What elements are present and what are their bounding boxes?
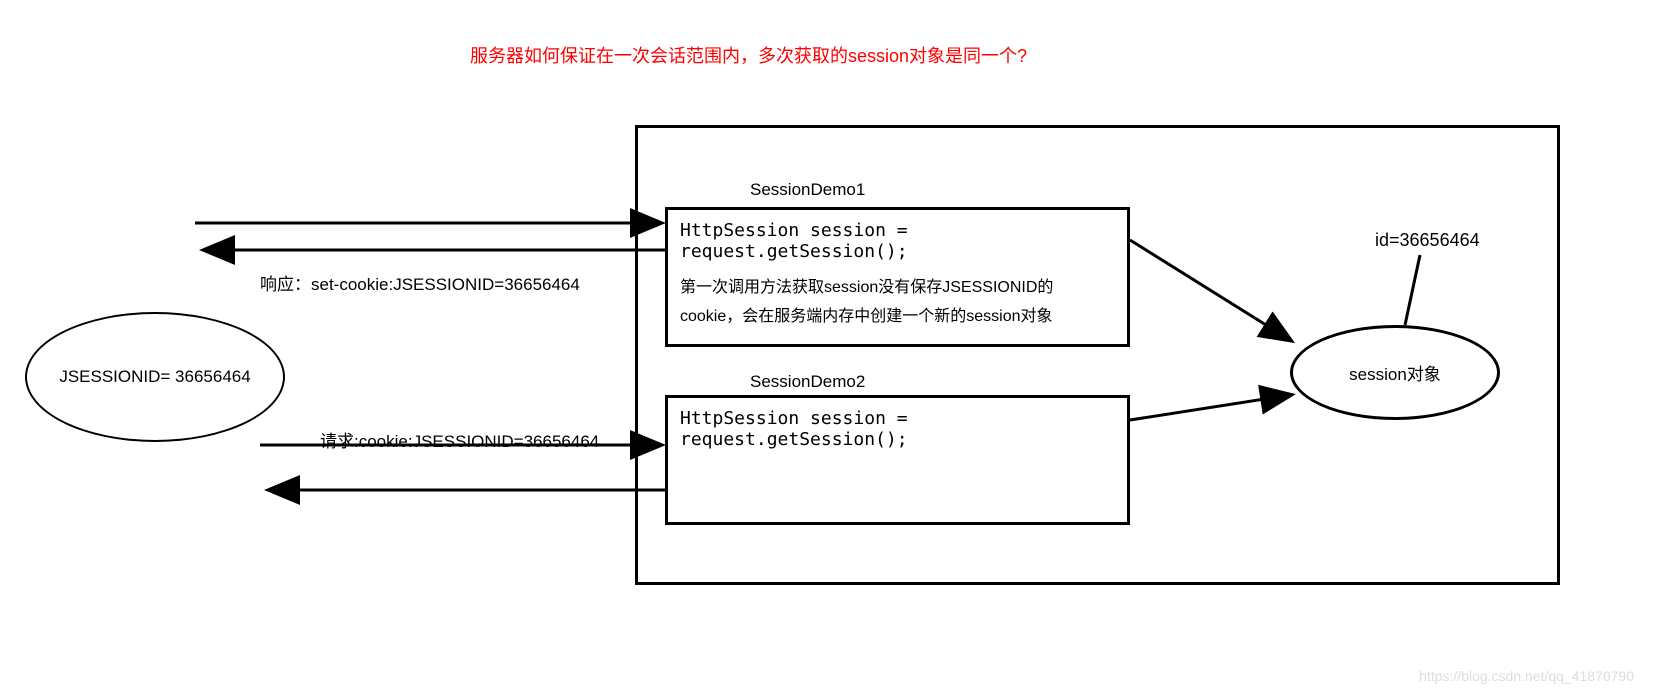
request-arrow-label: 请求:cookie:JSESSIONID=36656464 (320, 427, 599, 452)
demo2-code: HttpSession session = request.getSession… (680, 408, 1115, 450)
demo2-box: HttpSession session = request.getSession… (665, 395, 1130, 525)
watermark-text: https://blog.csdn.net/qq_41870790 (1419, 668, 1634, 684)
demo1-description: 第一次调用方法获取session没有保存JSESSIONID的cookie，会在… (680, 274, 1115, 332)
demo2-label: SessionDemo2 (750, 372, 865, 392)
session-object-text: session对象 (1349, 360, 1441, 385)
client-cookie-ellipse: JSESSIONID= 36656464 (25, 312, 285, 442)
session-id-label: id=36656464 (1375, 230, 1480, 251)
client-cookie-text: JSESSIONID= 36656464 (59, 367, 250, 387)
demo1-box: HttpSession session = request.getSession… (665, 207, 1130, 347)
demo1-code: HttpSession session = request.getSession… (680, 220, 1115, 262)
session-object-ellipse: session对象 (1290, 325, 1500, 420)
diagram-title: 服务器如何保证在一次会话范围内，多次获取的session对象是同一个? (470, 42, 1027, 68)
demo1-label: SessionDemo1 (750, 180, 865, 200)
response-arrow-label: 响应：set-cookie:JSESSIONID=36656464 (260, 270, 580, 295)
